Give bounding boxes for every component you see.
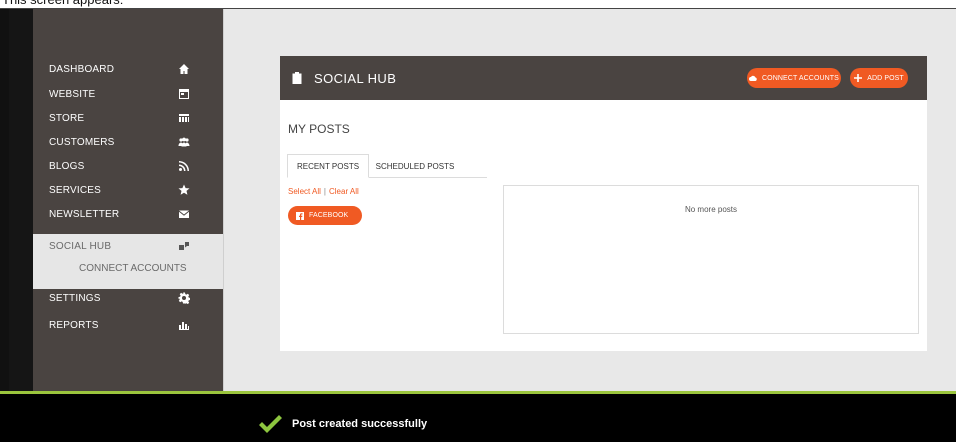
left-edge [0,9,9,391]
empty-message: No more posts [684,205,738,214]
sidebar-item-label: STORE [49,112,85,124]
bar-chart-icon [177,318,191,332]
page-caption: This screen appears: [0,0,956,8]
sidebar-item-newsletter[interactable]: NEWSLETTER [33,202,223,226]
tab-scheduled-posts[interactable]: SCHEDULED POSTS [372,154,458,178]
sidebar-item-label: CUSTOMERS [49,136,115,148]
sidebar-item-reports[interactable]: REPORTS [33,313,223,337]
rss-icon [177,159,191,173]
panel-title-text: SOCIAL HUB [314,70,397,86]
sidebar-item-website[interactable]: WEBSITE [33,82,223,106]
sidebar-item-label: NEWSLETTER [49,208,120,220]
sidebar: DASHBOARD WEBSITE STORE CUSTOMERS BLOGS … [33,9,223,391]
select-all-link[interactable]: Select All [288,187,321,196]
sidebar-active-section: SOCIAL HUB CONNECT ACCOUNTS [33,234,223,289]
success-toast: Post created successfully [258,414,427,434]
tab-divider [369,177,487,178]
sidebar-item-label: BLOGS [49,160,85,172]
sidebar-item-label: DASHBOARD [49,63,115,75]
store-icon [177,111,191,125]
selection-links: Select All | Clear All [288,187,359,196]
facebook-filter-button[interactable]: FACEBOOK [288,206,362,225]
users-icon [177,135,191,149]
connect-accounts-button[interactable]: CONNECT ACCOUNTS [747,68,841,88]
sidebar-item-label: SERVICES [49,184,101,196]
clipboard-icon [292,72,302,84]
left-band [9,9,33,391]
social-hub-panel: SOCIAL HUB CONNECT ACCOUNTS ADD POST MY … [280,56,927,351]
home-icon [177,62,191,76]
toast-message: Post created successfully [292,418,428,430]
facebook-icon [296,211,304,220]
section-title: MY POSTS [288,122,350,136]
sidebar-item-label: SOCIAL HUB [49,240,112,252]
checkmark-icon [259,415,282,433]
cloud-icon [749,75,757,81]
envelope-icon [177,207,191,221]
sidebar-item-label: SETTINGS [49,292,101,304]
plus-icon [854,74,863,82]
sidebar-item-customers[interactable]: CUSTOMERS [33,130,223,154]
sidebar-item-label: WEBSITE [49,88,96,100]
add-post-label: ADD POST [867,74,904,82]
sidebar-item-services[interactable]: SERVICES [33,178,223,202]
sidebar-subitem-connect-accounts[interactable]: CONNECT ACCOUNTS [79,263,187,274]
notification-bar [0,391,956,442]
sidebar-item-settings[interactable]: SETTINGS [33,286,223,310]
sidebar-item-store[interactable]: STORE [33,106,223,130]
add-post-button[interactable]: ADD POST [850,68,908,88]
clear-all-link[interactable]: Clear All [329,187,359,196]
link-divider: | [323,187,326,196]
panel-header: SOCIAL HUB CONNECT ACCOUNTS ADD POST [280,56,927,100]
facebook-label: FACEBOOK [309,212,349,219]
panel-title: SOCIAL HUB [292,56,396,100]
notification-accent [0,391,956,394]
connect-accounts-label: CONNECT ACCOUNTS [762,74,839,82]
window-icon [177,87,191,101]
sidebar-item-social-hub[interactable]: SOCIAL HUB [33,234,223,258]
sidebar-item-label: REPORTS [49,319,99,331]
posts-list: No more posts [503,185,919,334]
sidebar-item-blogs[interactable]: BLOGS [33,154,223,178]
tab-recent-posts[interactable]: RECENT POSTS [287,154,369,178]
gear-icon [177,291,191,305]
sidebar-item-dashboard[interactable]: DASHBOARD [33,57,223,81]
social-hub-icon [177,239,191,253]
star-icon [177,183,191,197]
